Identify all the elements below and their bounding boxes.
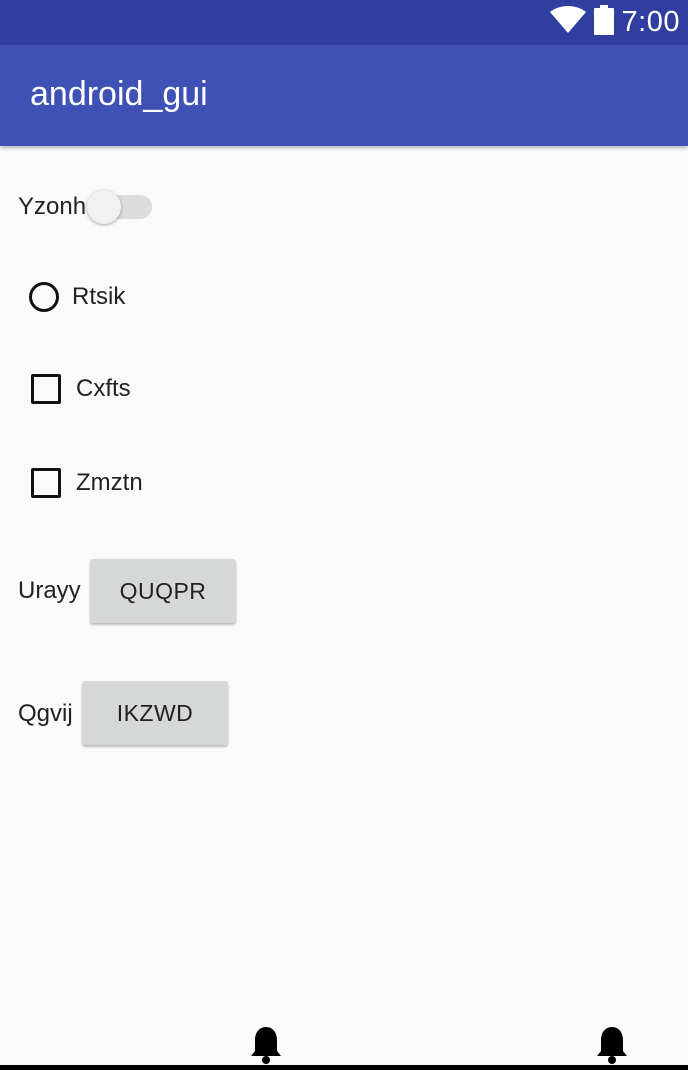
app-bar: android_gui [0, 45, 688, 146]
switch-label: Yzonh [18, 193, 87, 220]
battery-icon [593, 5, 614, 40]
status-time: 7:00 [621, 6, 680, 38]
switch-row: Yzonh [18, 193, 86, 221]
radio-label: Rtsik [72, 283, 126, 310]
app-title: android_gui [30, 75, 208, 113]
checkbox-zmztn[interactable]: Zmztn [31, 467, 143, 499]
quqpr-button[interactable]: QUQPR [90, 559, 236, 623]
checkbox-label: Zmztn [76, 469, 143, 496]
radio-circle[interactable] [29, 282, 59, 312]
navigation-bar-edge [0, 1065, 688, 1070]
urayy-label: Urayy [18, 577, 81, 604]
qgvij-label: Qgvij [18, 700, 73, 727]
ikzwd-button[interactable]: IKZWD [82, 681, 228, 745]
switch-thumb[interactable] [87, 190, 121, 224]
status-icons: 7:00 [549, 0, 680, 45]
button-row-label: Urayy [18, 576, 81, 606]
bell-icon[interactable] [596, 1025, 628, 1070]
wifi-icon [549, 6, 586, 39]
radio-button[interactable]: Rtsik [29, 279, 125, 315]
bell-icon[interactable] [250, 1025, 282, 1070]
button-row-label: Qgvij [18, 699, 73, 729]
checkbox-box[interactable] [31, 374, 61, 404]
checkbox-box[interactable] [31, 468, 61, 498]
checkbox-cxfts[interactable]: Cxfts [31, 373, 131, 405]
checkbox-label: Cxfts [76, 375, 131, 402]
status-bar: 7:00 [0, 0, 688, 45]
